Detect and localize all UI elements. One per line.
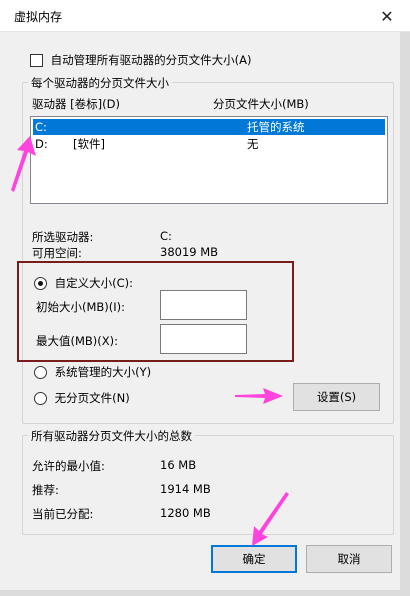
drive-volume-label: [软件] [73,137,105,151]
auto-manage-checkbox[interactable] [30,53,43,67]
close-button[interactable]: ✕ [372,3,402,29]
no-paging-label: 无分页文件(N) [54,391,130,405]
background-window-bottom [0,590,410,596]
annotation-arrow-icon [252,492,289,546]
drive-size: 无 [247,137,259,151]
drive-listbox[interactable]: C: 托管的系统 D: [软件] 无 [30,116,388,204]
system-managed-radio[interactable] [34,365,47,379]
system-managed-radio-row[interactable]: 系统管理的大小(Y) [34,364,151,380]
window-title: 虚拟内存 [14,10,63,24]
column-header-size: 分页文件大小(MB) [213,97,309,111]
drive-row-d[interactable]: D: [软件] 无 [33,136,385,152]
min-allowed-value: 16 MB [160,458,197,472]
annotation-arrow-icon [235,388,283,404]
set-button[interactable]: 设置(S) [293,383,380,411]
selected-drive-label: 所选驱动器: [32,230,94,244]
current-allocated-value: 1280 MB [160,506,211,520]
auto-manage-checkbox-row[interactable]: 自动管理所有驱动器的分页文件大小(A) [30,52,252,68]
drive-letter: C: [35,120,47,134]
per-drive-group-label: 每个驱动器的分页文件大小 [28,75,172,91]
column-header-drive: 驱动器 [卷标](D) [32,97,120,111]
current-allocated-label: 当前已分配: [32,507,94,521]
background-window-edge [400,32,410,596]
drive-row-c[interactable]: C: 托管的系统 [33,119,385,135]
annotation-arrow-icon [11,136,36,192]
selected-drive-value: C: [160,229,172,243]
auto-manage-label: 自动管理所有驱动器的分页文件大小(A) [50,53,252,67]
highlight-box [17,261,294,362]
system-managed-label: 系统管理的大小(Y) [54,365,152,379]
free-space-label: 可用空间: [32,246,82,260]
title-bar: 虚拟内存 ✕ [0,0,410,32]
no-paging-radio-row[interactable]: 无分页文件(N) [34,390,130,406]
drive-size: 托管的系统 [247,120,305,134]
close-icon: ✕ [380,6,394,26]
no-paging-radio[interactable] [34,391,47,405]
free-space-value: 38019 MB [160,245,219,259]
recommended-label: 推荐: [32,483,59,497]
recommended-value: 1914 MB [160,482,211,496]
min-allowed-label: 允许的最小值: [32,459,105,473]
cancel-button[interactable]: 取消 [306,545,392,573]
totals-group-label: 所有驱动器分页文件大小的总数 [28,428,195,444]
